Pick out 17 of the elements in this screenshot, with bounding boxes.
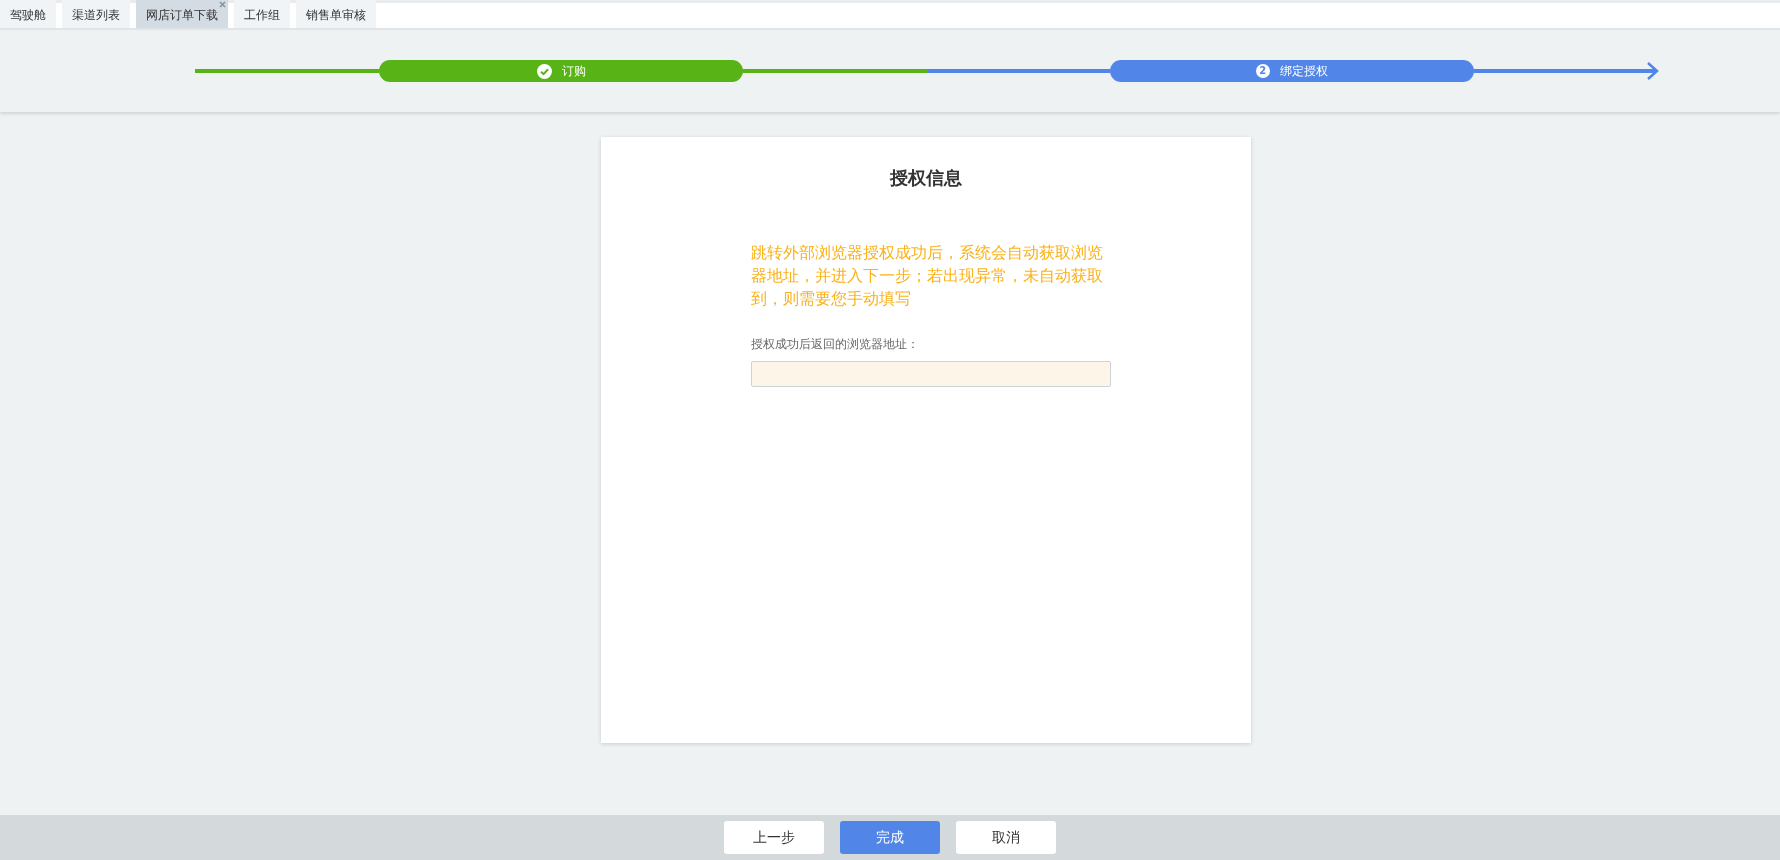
- tab[interactable]: 销售单审核: [296, 0, 376, 28]
- card-title: 授权信息: [889, 167, 963, 189]
- footer-button[interactable]: 取消: [956, 821, 1056, 854]
- tab[interactable]: 渠道列表: [62, 0, 130, 28]
- check-icon: [536, 63, 552, 79]
- tab[interactable]: 工作组: [234, 0, 290, 28]
- field-label: 授权成功后返回的浏览器地址：: [751, 335, 920, 353]
- close-icon[interactable]: [219, 1, 226, 8]
- step-number: 2: [1255, 64, 1270, 78]
- notice-text: 跳转外部浏览器授权成功后，系统会自动获取浏览器地址，并进入下一步；若出现异常，未自动获取到，则需要您手动填写: [751, 241, 1104, 310]
- step-label: 绑定授权: [1279, 63, 1328, 80]
- footer-button[interactable]: 上一步: [724, 821, 824, 854]
- step-label: 订购: [561, 63, 586, 80]
- tab[interactable]: 驾驶舱: [0, 0, 56, 28]
- tab[interactable]: 网店订单下载: [136, 0, 228, 28]
- footer-button[interactable]: 完成: [840, 821, 940, 854]
- url-input-field[interactable]: [751, 360, 1111, 387]
